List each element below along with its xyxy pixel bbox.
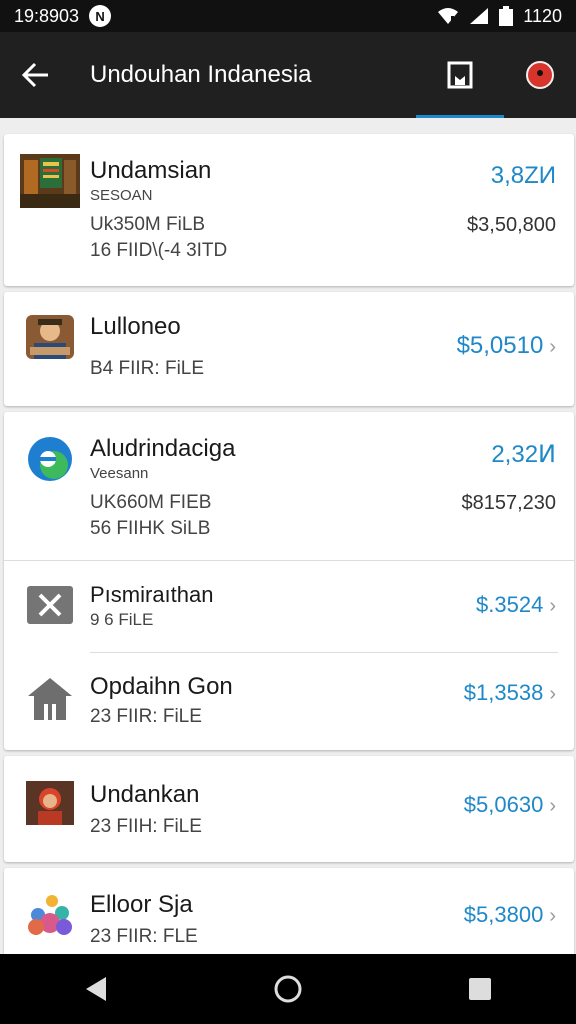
back-arrow-icon: [22, 62, 48, 88]
notification-icon: N: [89, 5, 112, 27]
person-thumbnail-icon: [20, 310, 80, 364]
triangle-back-icon: [86, 977, 106, 1001]
item-subtitle: Veesann: [90, 465, 149, 482]
edge-logo-icon: [20, 432, 80, 486]
item-size: Uk350M FiLB: [90, 214, 206, 235]
item-name: Elloor Sja: [90, 891, 193, 918]
house-icon: [20, 672, 80, 726]
divider: [4, 560, 574, 561]
item-name: Lulloneo: [90, 313, 181, 340]
chevron-right-icon: ›: [549, 905, 556, 927]
list-item[interactable]: Aludrindaciga Veesann UK660M FIEB 56 FII…: [4, 412, 574, 560]
item-price: $1,3538: [463, 680, 544, 705]
bookmark-button[interactable]: [416, 32, 504, 118]
status-time: 19:8903: [14, 5, 80, 26]
battery-icon: [499, 6, 514, 26]
item-price: $3,50,800: [467, 214, 556, 236]
item-price: $5,0510: [456, 332, 544, 359]
item-name: Opdaihn Gon: [90, 673, 233, 700]
close-box-icon: [20, 578, 80, 632]
item-rating: 3,8ZИ: [490, 162, 556, 189]
item-name: Undamsian: [90, 157, 212, 184]
nav-home-button[interactable]: [248, 954, 328, 1024]
list-item[interactable]: Lulloneo B4 FIIR: FiLE $5,0510 ›: [4, 292, 574, 406]
item-files: B4 FIIR: FiLE: [90, 358, 205, 379]
item-size: UK660M FIEB: [90, 492, 212, 513]
signal-icon: [470, 8, 489, 24]
battery-level: 1120: [523, 5, 562, 26]
account-button[interactable]: [504, 32, 576, 118]
chevron-right-icon: ›: [549, 795, 556, 817]
list-item[interactable]: Opdaihn Gon 23 FIIR: FiLE $1,3538 ›: [4, 654, 574, 750]
item-files: 23 FIIR: FiLE: [90, 706, 202, 727]
page-title: Undouhan Indanesia: [90, 61, 312, 88]
item-price: $8157,230: [461, 492, 556, 514]
system-nav-bar: [0, 954, 576, 1024]
item-name: Pısmiraıthan: [90, 582, 214, 607]
list-item[interactable]: Elloor Sja 23 FIIR: FLE $5,3800 ›: [4, 868, 574, 954]
back-button[interactable]: [0, 32, 72, 118]
list-item[interactable]: Undamsian SESOAN Uk350M FiLB 16 FIID\(-4…: [4, 134, 574, 286]
item-files: 9 6 FiLE: [90, 610, 154, 629]
wifi-icon: [438, 8, 459, 24]
chevron-right-icon: ›: [549, 595, 556, 617]
app-bar: Undouhan Indanesia: [0, 32, 576, 118]
square-recents-icon: [469, 978, 491, 1000]
download-list: Undamsian SESOAN Uk350M FiLB 16 FIID\(-4…: [0, 118, 576, 954]
list-item[interactable]: Pısmiraıthan 9 6 FiLE $.3524 ›: [4, 562, 574, 650]
avatar: [526, 61, 554, 89]
item-files: 56 FIIHK SiLB: [90, 518, 211, 539]
nav-back-button[interactable]: [56, 954, 136, 1024]
people-group-icon: [20, 888, 80, 942]
status-bar: 19:8903 N 1120: [0, 0, 576, 32]
item-price: $.3524: [476, 592, 544, 617]
item-files: 23 FIIH: FiLE: [90, 816, 202, 837]
divider: [90, 652, 558, 653]
nav-recents-button[interactable]: [440, 954, 520, 1024]
item-subtitle: SESOAN: [90, 187, 153, 204]
app-thumbnail-icon: [20, 154, 80, 208]
list-group-card: Aludrindaciga Veesann UK660M FIEB 56 FII…: [4, 412, 574, 750]
item-price: $5,3800: [463, 902, 544, 927]
circle-home-icon: [274, 975, 302, 1003]
item-price: $5,0630: [463, 792, 544, 817]
chevron-right-icon: ›: [549, 683, 556, 705]
chevron-right-icon: ›: [549, 336, 556, 358]
list-item[interactable]: Undankan 23 FIIH: FiLE $5,0630 ›: [4, 756, 574, 862]
item-name: Undankan: [90, 781, 200, 808]
bookmark-icon: [447, 61, 473, 89]
item-name: Aludrindaciga: [90, 435, 236, 462]
item-files: 16 FIID\(-4 3ITD: [90, 240, 228, 261]
character-thumbnail-icon: [20, 776, 80, 830]
item-files: 23 FIIR: FLE: [90, 926, 198, 947]
item-rating: 2,32Ͷ: [491, 441, 556, 468]
